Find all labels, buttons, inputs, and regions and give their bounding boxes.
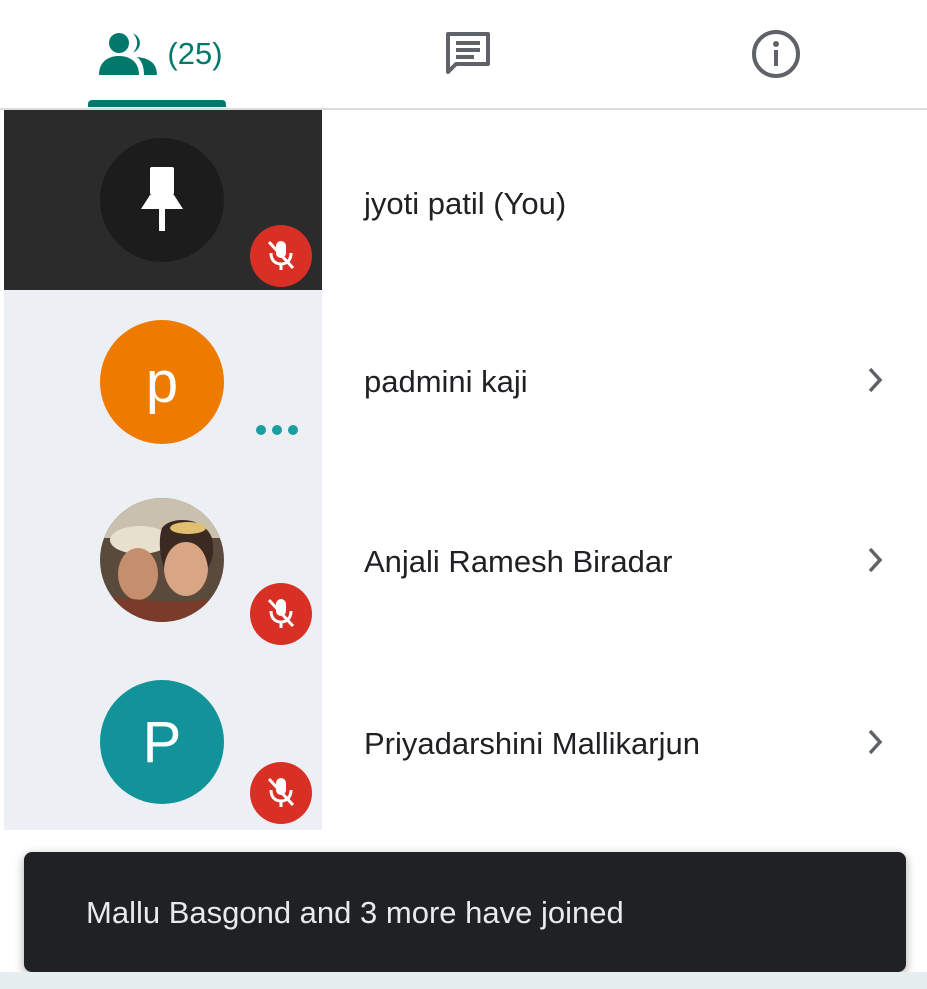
participant-row[interactable]: Anjali Ramesh Biradar: [0, 470, 927, 650]
participant-name: padmini kaji: [364, 364, 528, 399]
avatar: [100, 138, 224, 262]
pin-icon: [141, 167, 183, 231]
profile-photo: [100, 498, 224, 622]
chat-icon: [446, 32, 490, 74]
participant-name: Anjali Ramesh Biradar: [364, 544, 673, 579]
participant-name: jyoti patil (You): [364, 186, 567, 221]
avatar-letter: p: [145, 349, 179, 415]
people-count: (25): [167, 36, 223, 71]
dot: [288, 425, 298, 435]
bottom-strip: [0, 972, 927, 989]
avatar-photo: [100, 498, 224, 622]
join-notification-toast: Mallu Basgond and 3 more have joined: [24, 852, 906, 972]
chevron-right-icon[interactable]: [860, 722, 890, 762]
dot: [256, 425, 266, 435]
tab-info[interactable]: [676, 0, 876, 108]
avatar: p: [100, 320, 224, 444]
avatar-letter: P: [142, 709, 182, 775]
avatar: P: [100, 680, 224, 804]
mic-off-icon: [267, 777, 295, 807]
tab-people[interactable]: (25): [60, 0, 260, 108]
mic-off-icon: [267, 598, 295, 628]
info-icon: [752, 30, 800, 78]
mic-muted-badge: [250, 225, 312, 287]
dot: [272, 425, 282, 435]
mic-muted-badge: [250, 762, 312, 824]
participant-row[interactable]: p padmini kaji: [0, 290, 927, 470]
toast-message: Mallu Basgond and 3 more have joined: [86, 895, 624, 930]
mic-off-icon: [267, 240, 295, 270]
speaking-indicator: [256, 425, 298, 435]
participant-row[interactable]: P Priyadarshini Mallikarjun: [0, 650, 927, 830]
mic-muted-badge: [250, 583, 312, 645]
panel-tabs: (25): [0, 0, 927, 110]
participant-name: Priyadarshini Mallikarjun: [364, 726, 700, 761]
active-tab-indicator: [88, 100, 226, 107]
tab-chat[interactable]: [368, 0, 568, 108]
chevron-right-icon[interactable]: [860, 360, 890, 400]
people-icon: [99, 33, 158, 75]
chevron-right-icon[interactable]: [860, 540, 890, 580]
participant-row[interactable]: jyoti patil (You): [0, 110, 927, 290]
